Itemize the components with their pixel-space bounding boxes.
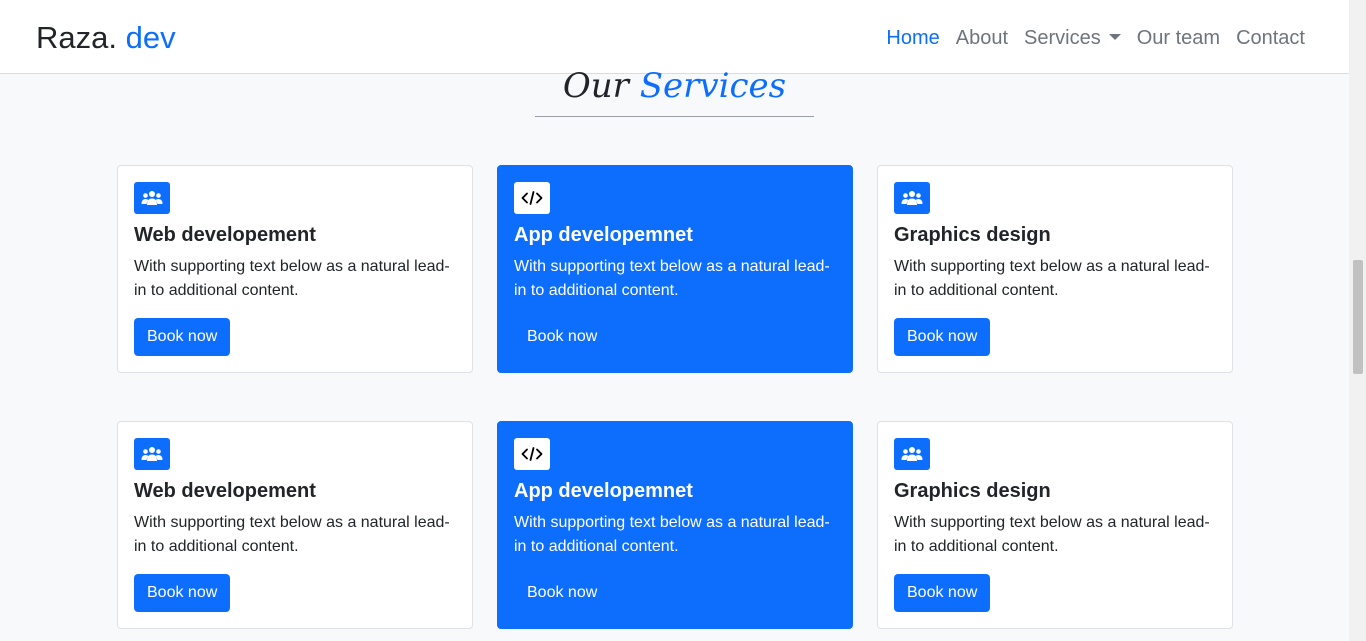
service-card: Graphics design With supporting text belo…	[877, 421, 1233, 629]
navbar: Raza. dev Home About Services Our team C…	[0, 0, 1349, 74]
brand-logo[interactable]: Raza. dev	[36, 18, 176, 58]
nav-link-contact[interactable]: Contact	[1236, 24, 1305, 52]
card-text: With supporting text below as a natural …	[134, 258, 450, 299]
section-title-accent: Services	[628, 66, 787, 106]
scrollbar-thumb[interactable]	[1353, 260, 1363, 374]
page-scrollbar[interactable]	[1349, 0, 1366, 641]
card-text: With supporting text below as a natural …	[514, 258, 830, 299]
title-divider	[535, 116, 814, 117]
brand-accent: dev	[116, 20, 176, 55]
book-now-button[interactable]: Book now	[514, 318, 611, 356]
card-title: Web developement	[134, 224, 316, 246]
card-text: With supporting text below as a natural …	[134, 514, 450, 555]
card-title: App developemnet	[514, 480, 693, 502]
nav-link-services[interactable]: Services	[1024, 24, 1121, 52]
book-now-button[interactable]: Book now	[894, 318, 991, 356]
service-card: Web developement With supporting text bel…	[117, 421, 473, 629]
card-text: With supporting text below as a natural …	[894, 514, 1210, 555]
section-title-text: Our	[562, 66, 629, 106]
card-text: With supporting text below as a natural …	[894, 258, 1210, 299]
users-icon	[134, 182, 170, 214]
service-card: App developemnet With supporting text bel…	[497, 165, 853, 373]
nav-link-our-team[interactable]: Our team	[1137, 24, 1220, 52]
users-icon	[894, 182, 930, 214]
service-card: Web developement With supporting text bel…	[117, 165, 473, 373]
book-now-button[interactable]: Book now	[514, 574, 611, 612]
code-icon	[514, 438, 550, 470]
section-title: Our Services	[535, 64, 814, 108]
nav-link-home[interactable]: Home	[886, 24, 939, 52]
chevron-down-icon	[1108, 34, 1121, 40]
card-title: Graphics design	[894, 480, 1051, 502]
card-title: App developemnet	[514, 224, 693, 246]
book-now-button[interactable]: Book now	[134, 318, 231, 356]
nav-link-services-label: Services	[1024, 27, 1101, 49]
book-now-button[interactable]: Book now	[894, 574, 991, 612]
card-text: With supporting text below as a natural …	[514, 514, 830, 555]
service-card: App developemnet With supporting text bel…	[497, 421, 853, 629]
brand-name: Raza.	[36, 20, 117, 55]
card-title: Graphics design	[894, 224, 1051, 246]
card-title: Web developement	[134, 480, 316, 502]
nav-links: Home About Services Our team Contact	[886, 24, 1305, 52]
nav-link-about[interactable]: About	[956, 24, 1008, 52]
code-icon	[514, 182, 550, 214]
book-now-button[interactable]: Book now	[134, 574, 231, 612]
users-icon	[894, 438, 930, 470]
service-card: Graphics design With supporting text belo…	[877, 165, 1233, 373]
users-icon	[134, 438, 170, 470]
